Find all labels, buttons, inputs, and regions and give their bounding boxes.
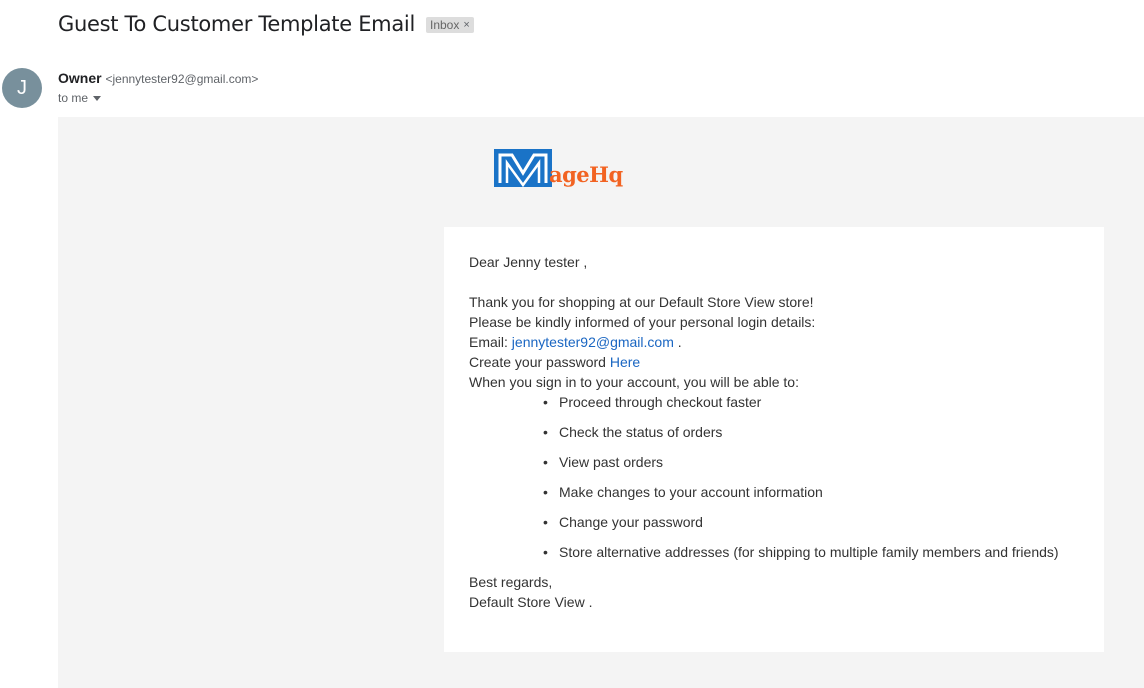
customer-email-link[interactable]: jennytester92@gmail.com xyxy=(512,334,674,350)
subject-row: Guest To Customer Template Email Inbox × xyxy=(58,12,474,36)
sender-line: Owner <jennytester92@gmail.com> xyxy=(58,70,258,86)
password-line: Create your password Here xyxy=(469,352,1059,372)
list-item: Change your password xyxy=(543,512,1059,542)
store-signature: Default Store View . xyxy=(469,594,593,610)
caret-down-icon xyxy=(93,95,102,101)
email-subject: Guest To Customer Template Email xyxy=(58,12,415,36)
email-label: Email: xyxy=(469,334,508,350)
email-line: Email: jennytester92@gmail.com . xyxy=(469,332,1059,352)
inbox-label-text: Inbox xyxy=(429,18,460,32)
benefits-list: Proceed through checkout faster Check th… xyxy=(469,392,1059,572)
password-prefix: Create your password xyxy=(469,354,606,370)
logo-m-icon xyxy=(494,149,552,188)
list-item: Check the status of orders xyxy=(543,422,1059,452)
list-item: Make changes to your account information xyxy=(543,482,1059,512)
sender-avatar[interactable]: J xyxy=(2,68,42,108)
recipient-label: to me xyxy=(58,91,89,105)
sender-name[interactable]: Owner xyxy=(58,70,102,86)
thanks-line: Thank you for shopping at our Default St… xyxy=(469,294,814,310)
informed-line: Please be kindly informed of your person… xyxy=(469,314,816,330)
email-content: Dear Jenny tester , Thank you for shoppi… xyxy=(469,252,1059,612)
list-item: View past orders xyxy=(543,452,1059,482)
sender-email: <jennytester92@gmail.com> xyxy=(105,72,259,86)
greeting: Dear Jenny tester , xyxy=(469,254,588,270)
email-card: Dear Jenny tester , Thank you for shoppi… xyxy=(444,227,1104,652)
email-suffix: . xyxy=(673,334,682,350)
create-password-link[interactable]: Here xyxy=(610,354,640,370)
logo-text: ageHq xyxy=(549,162,623,187)
signin-intro: When you sign in to your account, you wi… xyxy=(469,374,799,390)
remove-label-icon[interactable]: × xyxy=(463,19,469,31)
regards-line: Best regards, xyxy=(469,574,553,590)
list-item: Store alternative addresses (for shippin… xyxy=(543,542,1059,572)
list-item: Proceed through checkout faster xyxy=(543,392,1059,422)
inbox-label-chip[interactable]: Inbox × xyxy=(425,17,474,33)
recipient-details-toggle[interactable]: to me xyxy=(58,91,102,105)
